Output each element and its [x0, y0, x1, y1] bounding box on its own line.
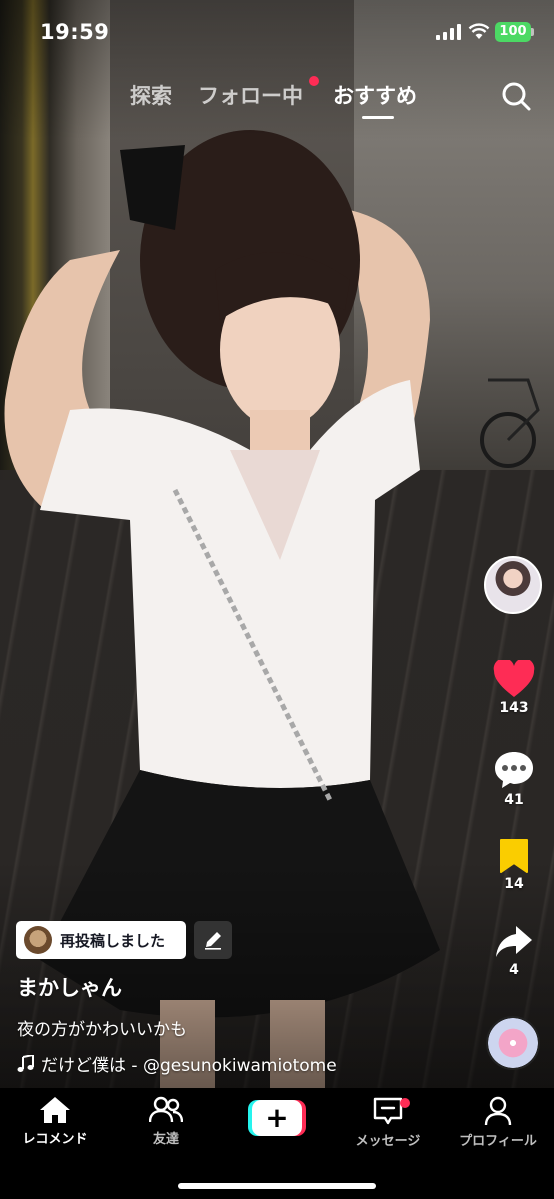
sound-disc[interactable] [486, 1016, 540, 1070]
video-caption: 夜の方がかわいいかも [17, 1020, 187, 1040]
wifi-icon [468, 23, 490, 39]
inbox-notification-dot [400, 1098, 410, 1108]
create-button[interactable]: + [248, 1100, 306, 1136]
inbox-icon [373, 1097, 403, 1125]
battery-nub [531, 28, 534, 36]
pencil-icon [205, 932, 221, 950]
share-icon [496, 926, 532, 957]
nav-inbox[interactable]: メッセージ [338, 1096, 438, 1149]
share-count: 4 [509, 962, 519, 978]
creator-username[interactable]: まかしゃん [17, 972, 122, 1002]
profile-icon [484, 1096, 512, 1126]
home-icon [40, 1097, 70, 1123]
bookmark-icon [500, 839, 528, 873]
heart-icon [493, 660, 535, 697]
nav-profile[interactable]: プロフィール [448, 1096, 548, 1149]
reposter-avatar [24, 926, 52, 954]
nav-home[interactable]: レコメンド [5, 1096, 105, 1147]
repost-label: 再投稿しました [60, 931, 166, 950]
following-notification-dot [309, 76, 319, 86]
nav-profile-label: プロフィール [459, 1134, 537, 1149]
status-bar: 19:59 100 [0, 0, 554, 60]
share-button[interactable]: 4 [484, 924, 544, 978]
tab-explore[interactable]: 探索 [130, 80, 172, 110]
like-count: 143 [499, 700, 529, 716]
comment-icon [495, 752, 533, 788]
repost-badge[interactable]: 再投稿しました [16, 921, 186, 959]
search-icon[interactable] [500, 80, 532, 112]
nav-friends[interactable]: 友達 [116, 1096, 216, 1147]
nav-home-label: レコメンド [22, 1132, 88, 1147]
plus-icon: + [252, 1100, 302, 1136]
tab-for-you[interactable]: おすすめ [333, 80, 417, 110]
bookmark-button[interactable]: 14 [484, 838, 544, 892]
status-time: 19:59 [40, 20, 110, 44]
edit-repost-button[interactable] [194, 921, 232, 959]
bookmark-count: 14 [504, 876, 524, 892]
music-note-icon [17, 1054, 34, 1072]
like-button[interactable]: 143 [484, 660, 544, 716]
active-tab-indicator [362, 116, 394, 119]
nav-friends-label: 友達 [152, 1132, 179, 1147]
comment-button[interactable]: 41 [484, 750, 544, 808]
battery-indicator: 100 [495, 22, 531, 42]
home-indicator[interactable] [178, 1183, 376, 1189]
feed-tabs: 探索 フォロー中 おすすめ [0, 76, 554, 120]
friends-icon [149, 1096, 183, 1123]
cellular-signal-icon [436, 24, 461, 40]
tab-following[interactable]: フォロー中 [198, 80, 303, 110]
comment-count: 41 [504, 792, 524, 808]
creator-avatar[interactable] [484, 556, 542, 614]
nav-inbox-label: メッセージ [355, 1134, 421, 1149]
sound-link[interactable]: だけど僕は - @gesunokiwamiotome [17, 1051, 337, 1076]
sound-title: だけど僕は - @gesunokiwamiotome [41, 1056, 337, 1076]
